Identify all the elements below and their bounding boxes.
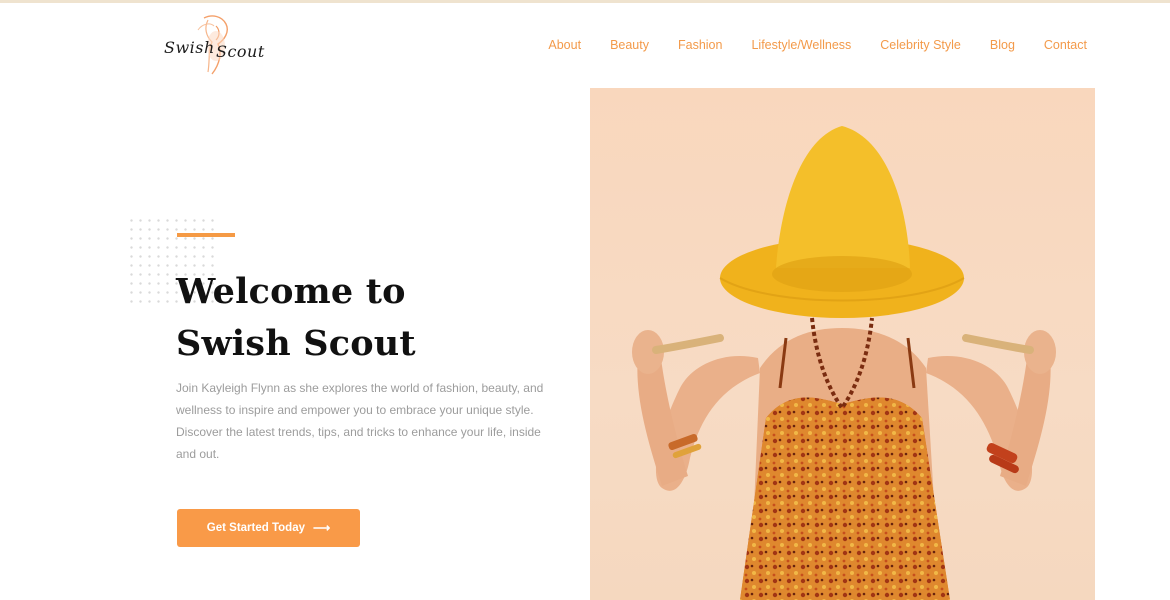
logo-word-swish: Swish xyxy=(164,38,215,57)
hero-heading: Welcome to Swish Scout xyxy=(176,266,536,370)
hero-heading-line2: Swish Scout xyxy=(176,323,416,364)
hero-image xyxy=(590,88,1095,600)
accent-divider xyxy=(177,233,235,237)
nav-fashion[interactable]: Fashion xyxy=(678,38,722,52)
nav-about[interactable]: About xyxy=(548,38,581,52)
nav-blog[interactable]: Blog xyxy=(990,38,1015,52)
hero-heading-line1: Welcome to xyxy=(176,271,406,312)
nav-contact[interactable]: Contact xyxy=(1044,38,1087,52)
woman-in-straw-hat-illustration xyxy=(632,126,1056,600)
main-nav: About Beauty Fashion Lifestyle/Wellness … xyxy=(548,36,1087,54)
get-started-button[interactable]: Get Started Today ⟶ xyxy=(177,509,360,547)
arrow-right-icon: ⟶ xyxy=(313,521,331,535)
nav-celebrity-style[interactable]: Celebrity Style xyxy=(880,38,961,52)
top-border xyxy=(0,0,1170,3)
get-started-label: Get Started Today xyxy=(206,522,305,534)
nav-beauty[interactable]: Beauty xyxy=(610,38,649,52)
hero-intro-text: Join Kayleigh Flynn as she explores the … xyxy=(176,381,544,461)
logo-wordmark: Swish Scout xyxy=(162,36,274,66)
site-logo[interactable]: Swish Scout xyxy=(160,10,275,80)
logo-word-scout: Scout xyxy=(216,42,265,61)
nav-lifestyle-wellness[interactable]: Lifestyle/Wellness xyxy=(751,38,851,52)
